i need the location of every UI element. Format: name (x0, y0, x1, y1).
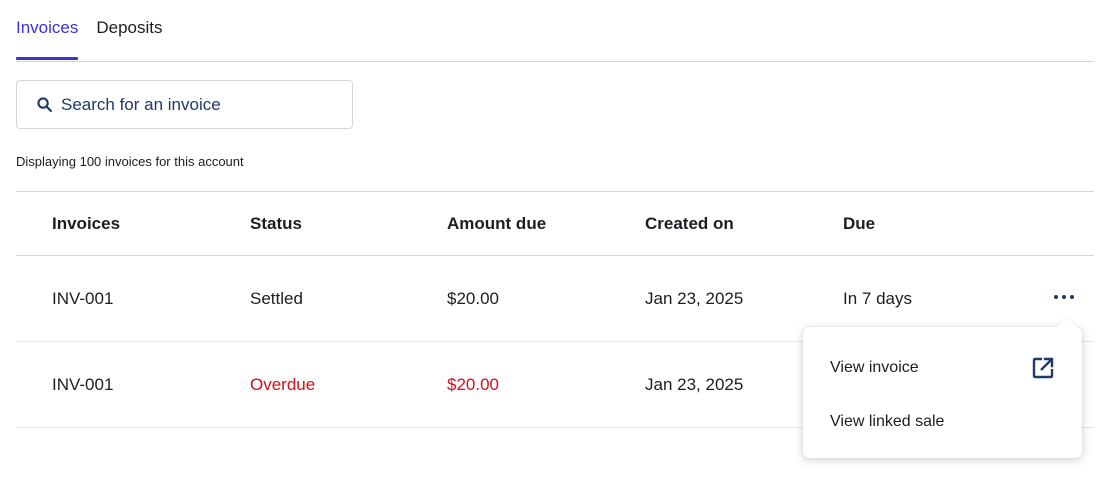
external-link-icon (1032, 357, 1054, 379)
column-header-invoices: Invoices (52, 213, 121, 233)
menu-item-label: View invoice (830, 359, 919, 376)
invoice-id: INV-001 (52, 288, 114, 308)
invoice-status: Overdue (250, 374, 316, 394)
column-header-amount-due: Amount due (447, 213, 547, 233)
invoice-status: Settled (250, 288, 303, 308)
tab-bar: Invoices Deposits (16, 0, 1094, 62)
column-header-status: Status (250, 213, 302, 233)
invoice-count-text: Displaying 100 invoices for this account (16, 154, 244, 169)
menu-item-label: View linked sale (830, 413, 945, 430)
column-header-due: Due (843, 213, 876, 233)
search-box[interactable] (16, 80, 353, 129)
invoice-amount: $20.00 (447, 288, 499, 308)
menu-item-view-linked-sale[interactable]: View linked sale (830, 407, 1055, 437)
invoice-amount: $20.00 (447, 374, 499, 394)
table-header-row: Invoices Status Amount due Created on Du… (16, 192, 1094, 256)
column-header-created-on: Created on (645, 213, 734, 233)
tab-invoices[interactable]: Invoices (16, 0, 79, 60)
menu-item-view-invoice[interactable]: View invoice (830, 353, 1055, 383)
invoice-id: INV-001 (52, 374, 114, 394)
invoices-page: Invoices Deposits Displaying 100 invoice… (0, 0, 1100, 481)
invoice-created-date: Jan 23, 2025 (645, 374, 744, 394)
row-actions-menu: View invoice View linked sale (803, 327, 1082, 458)
ellipsis-icon (1054, 295, 1058, 299)
search-icon (37, 97, 53, 113)
search-input[interactable] (61, 94, 331, 115)
invoice-created-date: Jan 23, 2025 (645, 288, 744, 308)
tab-deposits[interactable]: Deposits (96, 0, 162, 58)
more-options-button[interactable] (1054, 291, 1074, 303)
